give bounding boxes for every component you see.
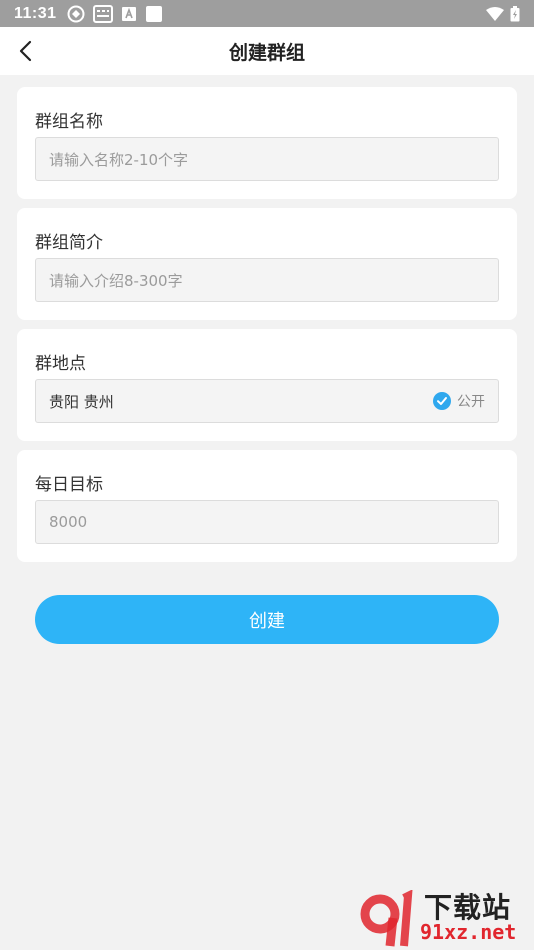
group-name-card: 群组名称 请输入名称2-10个字 xyxy=(17,87,517,199)
a-box-icon xyxy=(121,6,136,21)
group-name-label: 群组名称 xyxy=(35,112,103,132)
daily-goal-input[interactable]: 8000 xyxy=(35,500,499,544)
page-title: 创建群组 xyxy=(228,41,305,64)
square-icon xyxy=(145,5,162,22)
group-location-label: 群地点 xyxy=(35,354,86,374)
status-bar: 11:31 xyxy=(0,0,534,27)
group-location-card: 群地点 贵阳 贵州 公开 xyxy=(17,329,517,441)
group-name-input[interactable]: 请输入名称2-10个字 xyxy=(35,137,499,181)
create-button[interactable]: 创建 xyxy=(35,595,499,644)
group-name-placeholder: 请输入名称2-10个字 xyxy=(49,150,189,169)
group-intro-placeholder: 请输入介绍8-300字 xyxy=(49,271,183,290)
back-arrow-icon[interactable] xyxy=(14,39,38,63)
daily-goal-label: 每日目标 xyxy=(35,475,103,495)
group-location-field[interactable]: 贵阳 贵州 公开 xyxy=(35,379,499,423)
watermark-logo-icon xyxy=(360,890,413,947)
watermark: 下载站 91xz.net xyxy=(360,886,530,948)
watermark-text-bottom: 91xz.net xyxy=(420,920,517,944)
group-intro-input[interactable]: 请输入介绍8-300字 xyxy=(35,258,499,302)
sync-icon xyxy=(67,5,85,22)
daily-goal-card: 每日目标 8000 xyxy=(17,450,517,562)
status-time: 11:31 xyxy=(14,4,57,22)
check-circle-icon xyxy=(433,392,451,410)
daily-goal-placeholder: 8000 xyxy=(49,513,88,531)
group-location-value: 贵阳 贵州 xyxy=(49,392,114,411)
wifi-icon xyxy=(486,6,504,21)
battery-icon xyxy=(510,5,520,21)
public-label: 公开 xyxy=(457,394,485,410)
public-toggle[interactable]: 公开 xyxy=(433,391,485,411)
group-intro-label: 群组简介 xyxy=(35,233,103,253)
group-intro-card: 群组简介 请输入介绍8-300字 xyxy=(17,208,517,320)
create-button-label: 创建 xyxy=(249,610,285,632)
app-bar: 创建群组 xyxy=(0,27,534,75)
keyboard-icon xyxy=(92,4,113,23)
